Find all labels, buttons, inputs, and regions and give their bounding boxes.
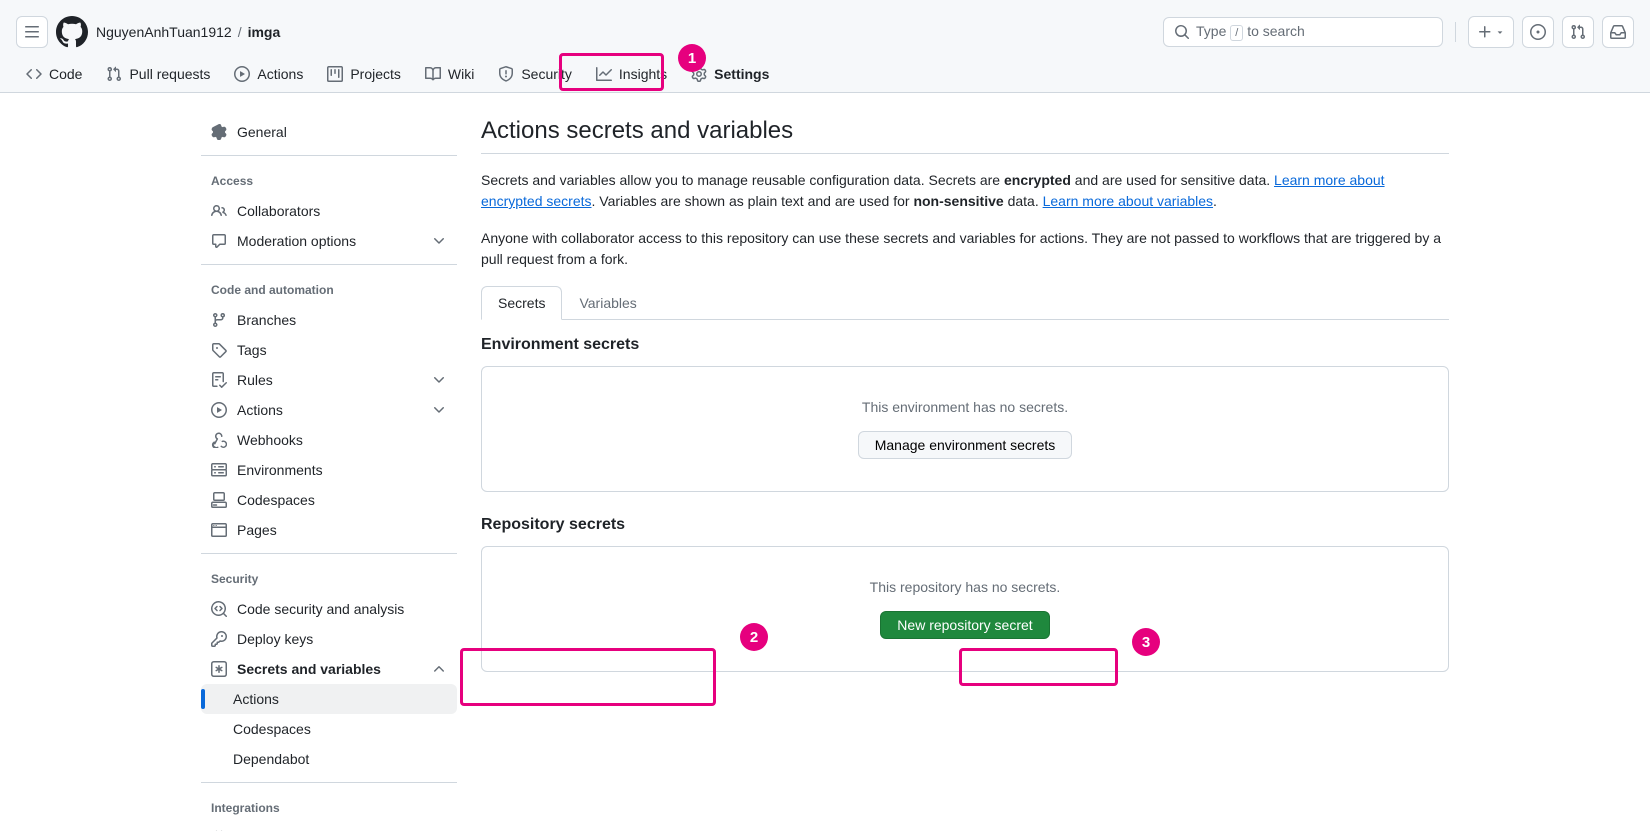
sidebar-rules[interactable]: Rules <box>201 365 457 395</box>
tab-wiki[interactable]: Wiki <box>415 56 484 92</box>
link-variables[interactable]: Learn more about variables <box>1043 193 1213 209</box>
tab-variables[interactable]: Variables <box>562 286 653 319</box>
play-icon <box>234 66 250 82</box>
webhook-icon <box>211 432 227 448</box>
repository-secrets-panel: This repository has no secrets. New repo… <box>481 546 1449 672</box>
pull-request-icon <box>106 66 122 82</box>
github-icon <box>56 16 88 48</box>
hamburger-icon <box>24 24 40 40</box>
repository-secrets-heading: Repository secrets <box>481 516 1449 534</box>
sidebar-code-security[interactable]: Code security and analysis <box>201 594 457 624</box>
chevron-down-icon <box>431 402 447 418</box>
sub-tab-strip: Secrets Variables <box>481 286 1449 320</box>
annotation-badge-2: 2 <box>740 623 768 651</box>
sidebar-heading-integrations: Integrations <box>201 793 457 823</box>
sidebar-pages[interactable]: Pages <box>201 515 457 545</box>
chevron-down-icon <box>431 233 447 249</box>
sidebar-actions[interactable]: Actions <box>201 395 457 425</box>
pulls-button[interactable] <box>1562 16 1594 48</box>
settings-sidebar: General Access Collaborators Moderation … <box>201 117 457 831</box>
tab-pulls[interactable]: Pull requests <box>96 56 220 92</box>
chevron-down-icon <box>431 372 447 388</box>
search-input[interactable]: Type / to search <box>1163 17 1443 47</box>
tab-actions[interactable]: Actions <box>224 56 313 92</box>
new-repository-secret-button[interactable]: New repository secret <box>880 611 1049 639</box>
sidebar-sv-dependabot[interactable]: Dependabot <box>201 744 457 774</box>
people-icon <box>211 203 227 219</box>
sidebar-github-apps[interactable]: GitHub Apps <box>201 823 457 831</box>
project-icon <box>327 66 343 82</box>
environment-secrets-panel: This environment has no secrets. Manage … <box>481 366 1449 492</box>
sidebar-heading-access: Access <box>201 166 457 196</box>
breadcrumb: NguyenAnhTuan1912 / imga <box>96 24 280 40</box>
tab-code[interactable]: Code <box>16 56 92 92</box>
issue-icon <box>1530 24 1546 40</box>
sidebar-webhooks[interactable]: Webhooks <box>201 425 457 455</box>
annotation-badge-1: 1 <box>678 44 706 72</box>
inbox-icon <box>1610 24 1626 40</box>
tab-security[interactable]: Security <box>488 56 582 92</box>
server-icon <box>211 462 227 478</box>
sidebar-secrets-variables[interactable]: Secrets and variables <box>201 654 457 684</box>
repo-empty-text: This repository has no secrets. <box>514 579 1416 595</box>
branch-icon <box>211 312 227 328</box>
inbox-button[interactable] <box>1602 16 1634 48</box>
github-logo[interactable] <box>56 16 88 48</box>
caret-down-icon <box>1495 27 1505 37</box>
breadcrumb-owner[interactable]: NguyenAnhTuan1912 <box>96 24 232 40</box>
codescan-icon <box>211 601 227 617</box>
chevron-up-icon <box>431 661 447 677</box>
code-icon <box>26 66 42 82</box>
sidebar-codespaces[interactable]: Codespaces <box>201 485 457 515</box>
comment-icon <box>211 233 227 249</box>
annotation-badge-3: 3 <box>1132 628 1160 656</box>
add-menu-button[interactable] <box>1468 16 1514 48</box>
hamburger-button[interactable] <box>16 16 48 48</box>
sidebar-heading-security: Security <box>201 564 457 594</box>
plus-icon <box>1477 24 1493 40</box>
play-icon <box>211 402 227 418</box>
sidebar-tags[interactable]: Tags <box>201 335 457 365</box>
description-1: Secrets and variables allow you to manag… <box>481 170 1449 212</box>
sidebar-sv-actions[interactable]: Actions <box>201 684 457 714</box>
sidebar-general[interactable]: General <box>201 117 457 147</box>
tab-secrets[interactable]: Secrets <box>481 286 562 320</box>
manage-environment-secrets-button[interactable]: Manage environment secrets <box>858 431 1073 459</box>
sidebar-environments[interactable]: Environments <box>201 455 457 485</box>
page-title: Actions secrets and variables <box>481 117 1449 154</box>
browser-icon <box>211 522 227 538</box>
sidebar-heading-automation: Code and automation <box>201 275 457 305</box>
shield-icon <box>498 66 514 82</box>
codespaces-icon <box>211 492 227 508</box>
env-empty-text: This environment has no secrets. <box>514 399 1416 415</box>
rules-icon <box>211 372 227 388</box>
sidebar-sv-codespaces[interactable]: Codespaces <box>201 714 457 744</box>
sidebar-moderation[interactable]: Moderation options <box>201 226 457 256</box>
book-icon <box>425 66 441 82</box>
sidebar-deploy-keys[interactable]: Deploy keys <box>201 624 457 654</box>
pull-request-icon <box>1570 24 1586 40</box>
graph-icon <box>596 66 612 82</box>
sidebar-collaborators[interactable]: Collaborators <box>201 196 457 226</box>
tag-icon <box>211 342 227 358</box>
search-icon <box>1174 24 1190 40</box>
description-2: Anyone with collaborator access to this … <box>481 228 1449 270</box>
tab-insights[interactable]: Insights <box>586 56 677 92</box>
key-icon <box>211 631 227 647</box>
environment-secrets-heading: Environment secrets <box>481 336 1449 354</box>
tab-projects[interactable]: Projects <box>317 56 411 92</box>
breadcrumb-repo[interactable]: imga <box>248 24 281 40</box>
key-asterisk-icon <box>211 661 227 677</box>
issues-button[interactable] <box>1522 16 1554 48</box>
sidebar-branches[interactable]: Branches <box>201 305 457 335</box>
gear-icon <box>211 124 227 140</box>
